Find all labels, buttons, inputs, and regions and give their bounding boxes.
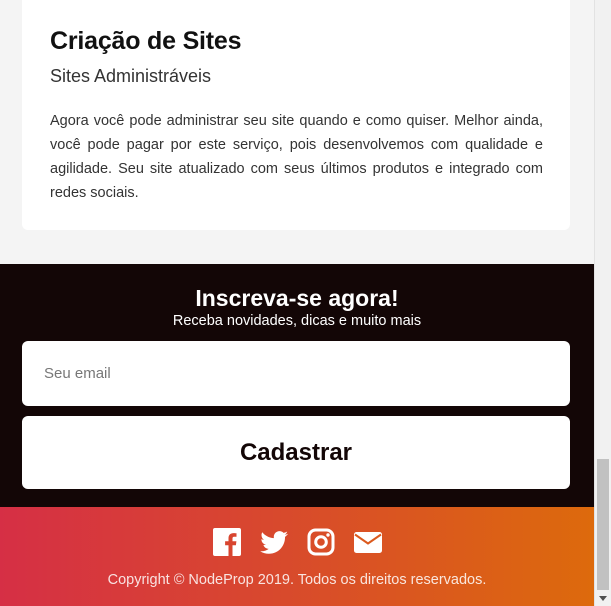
- facebook-icon[interactable]: [212, 527, 242, 557]
- scroll-down-arrow-icon[interactable]: [595, 590, 611, 606]
- service-card: Criação de Sites Sites Administráveis Ag…: [22, 0, 570, 230]
- service-card-subtitle: Sites Administráveis: [50, 66, 212, 86]
- footer: Copyright © NodeProp 2019. Todos os dire…: [0, 507, 594, 606]
- subscribe-button[interactable]: Cadastrar: [22, 416, 570, 489]
- instagram-icon[interactable]: [306, 527, 336, 557]
- newsletter-title: Inscreva-se agora!: [195, 285, 399, 311]
- envelope-icon[interactable]: [353, 527, 383, 557]
- email-input[interactable]: [22, 341, 570, 406]
- scrollbar-thumb[interactable]: [597, 459, 609, 590]
- twitter-icon[interactable]: [259, 527, 289, 557]
- page-content: Criação de Sites Sites Administráveis Ag…: [0, 0, 594, 606]
- vertical-scrollbar[interactable]: [594, 0, 611, 606]
- copyright-text: Copyright © NodeProp 2019. Todos os dire…: [107, 572, 487, 588]
- page: Criação de Sites Sites Administráveis Ag…: [0, 0, 611, 606]
- social-links: [0, 527, 594, 557]
- newsletter-section: Inscreva-se agora! Receba novidades, dic…: [0, 264, 594, 507]
- service-card-description: Agora você pode administrar seu site qua…: [50, 113, 543, 201]
- newsletter-subtitle: Receba novidades, dicas e muito mais: [172, 313, 422, 329]
- service-card-title: Criação de Sites: [50, 27, 242, 55]
